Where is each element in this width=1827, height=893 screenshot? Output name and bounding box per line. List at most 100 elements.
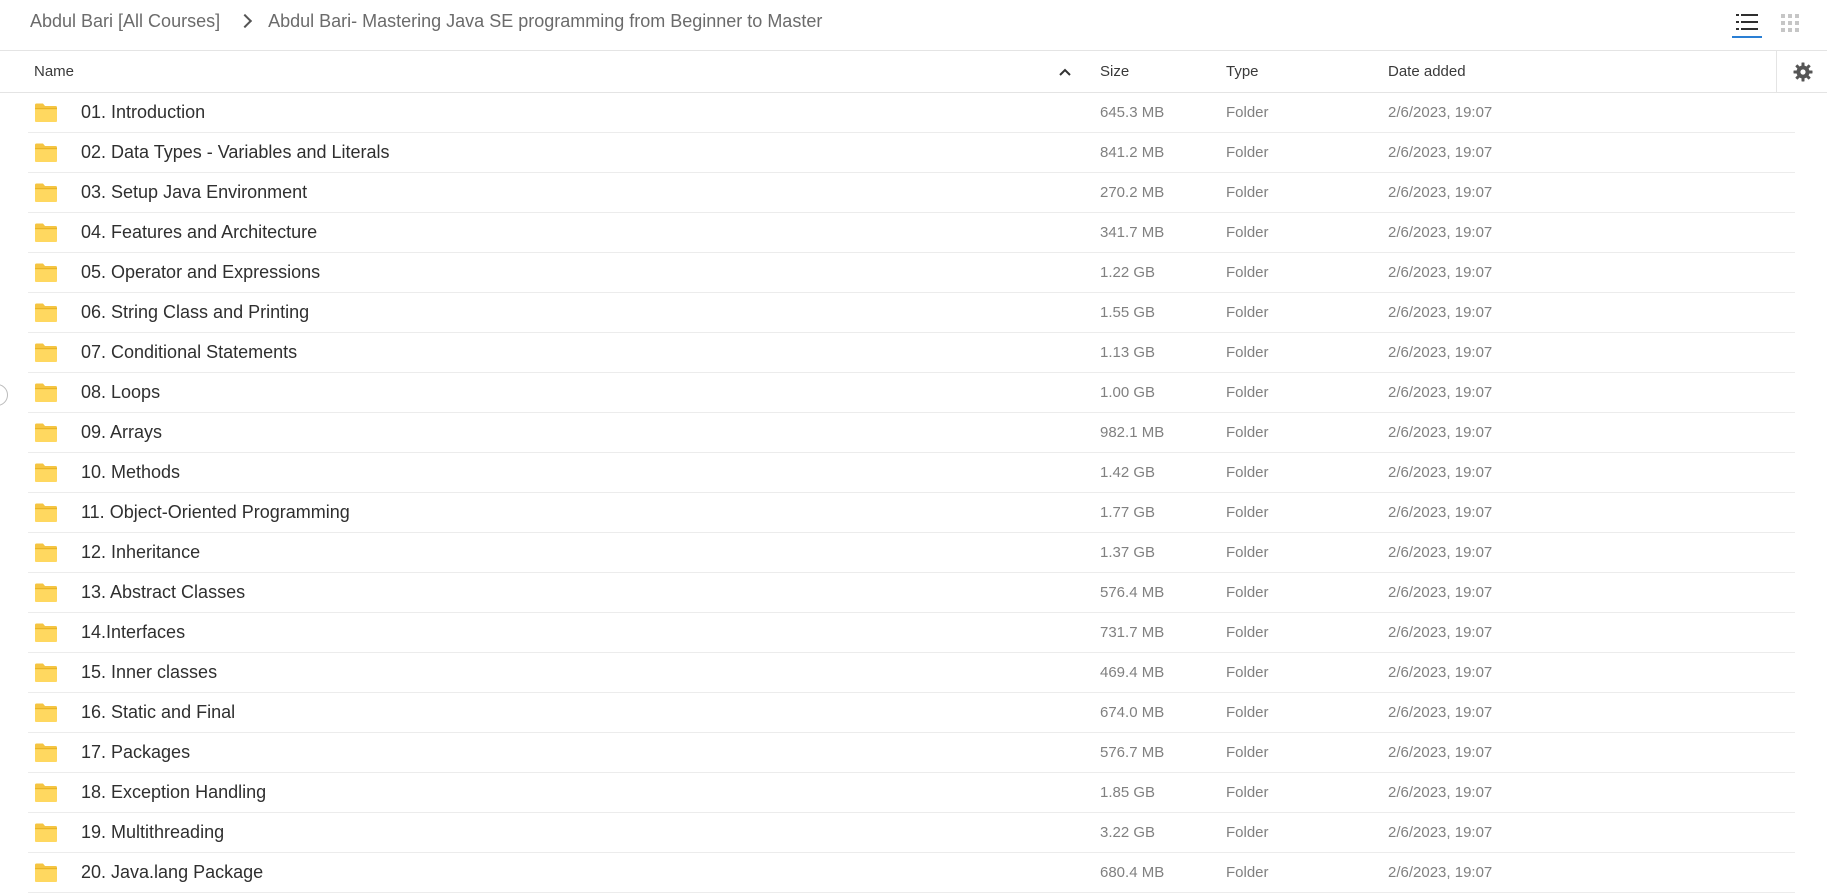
row-type: Folder bbox=[1226, 544, 1269, 561]
row-type: Folder bbox=[1226, 664, 1269, 681]
table-header: Name Size Type Date added bbox=[0, 51, 1827, 93]
row-name[interactable]: 14.Interfaces bbox=[81, 622, 185, 643]
table-row[interactable]: 15. Inner classes 469.4 MB Folder 2/6/2023,… bbox=[0, 653, 1827, 693]
list-view-icon bbox=[1736, 14, 1758, 30]
row-name[interactable]: 05. Operator and Expressions bbox=[81, 262, 320, 283]
row-date-added: 2/6/2023, 19:07 bbox=[1388, 104, 1493, 121]
grid-view-icon bbox=[1781, 14, 1799, 32]
row-type: Folder bbox=[1226, 304, 1269, 321]
table-row[interactable]: 10. Methods 1.42 GB Folder 2/6/2023, 19:07 bbox=[0, 453, 1827, 493]
row-name[interactable]: 15. Inner classes bbox=[81, 662, 217, 683]
row-name[interactable]: 02. Data Types - Variables and Literals bbox=[81, 142, 390, 163]
column-header-name[interactable]: Name bbox=[34, 63, 74, 80]
row-date-added: 2/6/2023, 19:07 bbox=[1388, 304, 1493, 321]
table-row[interactable]: 12. Inheritance 1.37 GB Folder 2/6/2023, 19… bbox=[0, 533, 1827, 573]
row-date-added: 2/6/2023, 19:07 bbox=[1388, 584, 1493, 601]
breadcrumb-parent-link[interactable]: Abdul Bari [All Courses] bbox=[30, 11, 220, 32]
list-view-button[interactable] bbox=[1732, 8, 1762, 38]
top-bar: Abdul Bari [All Courses] Abdul Bari- Mas… bbox=[0, 0, 1827, 51]
row-date-added: 2/6/2023, 19:07 bbox=[1388, 744, 1493, 761]
folder-icon bbox=[34, 182, 58, 203]
grid-view-button[interactable] bbox=[1775, 8, 1805, 38]
row-type: Folder bbox=[1226, 784, 1269, 801]
table-row[interactable]: 09. Arrays 982.1 MB Folder 2/6/2023, 19:07 bbox=[0, 413, 1827, 453]
column-header-size[interactable]: Size bbox=[1100, 63, 1129, 80]
folder-icon bbox=[34, 222, 58, 243]
row-size: 576.4 MB bbox=[1100, 584, 1165, 601]
row-name[interactable]: 12. Inheritance bbox=[81, 542, 200, 563]
row-size: 1.77 GB bbox=[1100, 504, 1156, 521]
file-list: 01. Introduction 645.3 MB Folder 2/6/2023, … bbox=[0, 93, 1827, 893]
row-size: 341.7 MB bbox=[1100, 224, 1165, 241]
row-type: Folder bbox=[1226, 344, 1269, 361]
row-date-added: 2/6/2023, 19:07 bbox=[1388, 224, 1493, 241]
row-name[interactable]: 04. Features and Architecture bbox=[81, 222, 317, 243]
table-row[interactable]: 03. Setup Java Environment 270.2 MB Folder… bbox=[0, 173, 1827, 213]
folder-icon bbox=[34, 582, 58, 603]
row-date-added: 2/6/2023, 19:07 bbox=[1388, 544, 1493, 561]
table-row[interactable]: 05. Operator and Expressions 1.22 GB Folde… bbox=[0, 253, 1827, 293]
row-date-added: 2/6/2023, 19:07 bbox=[1388, 264, 1493, 281]
table-row[interactable]: 07. Conditional Statements 1.13 GB Folder 2… bbox=[0, 333, 1827, 373]
column-header-date-added[interactable]: Date added bbox=[1388, 63, 1466, 80]
folder-icon bbox=[34, 782, 58, 803]
row-name[interactable]: 07. Conditional Statements bbox=[81, 342, 297, 363]
folder-icon bbox=[34, 342, 58, 363]
column-header-type[interactable]: Type bbox=[1226, 63, 1259, 80]
table-row[interactable]: 08. Loops 1.00 GB Folder 2/6/2023, 19:07 bbox=[0, 373, 1827, 413]
row-type: Folder bbox=[1226, 184, 1269, 201]
table-row[interactable]: 19. Multithreading 3.22 GB Folder 2/6/2023,… bbox=[0, 813, 1827, 853]
row-type: Folder bbox=[1226, 144, 1269, 161]
table-row[interactable]: 18. Exception Handling 1.85 GB Folder 2/6/2… bbox=[0, 773, 1827, 813]
row-size: 841.2 MB bbox=[1100, 144, 1165, 161]
row-size: 576.7 MB bbox=[1100, 744, 1165, 761]
row-size: 1.55 GB bbox=[1100, 304, 1156, 321]
row-name[interactable]: 06. String Class and Printing bbox=[81, 302, 309, 323]
sort-ascending-icon[interactable] bbox=[1059, 67, 1071, 77]
table-row[interactable]: 16. Static and Final 674.0 MB Folder 2/6/20… bbox=[0, 693, 1827, 733]
row-type: Folder bbox=[1226, 704, 1269, 721]
row-date-added: 2/6/2023, 19:07 bbox=[1388, 424, 1493, 441]
row-date-added: 2/6/2023, 19:07 bbox=[1388, 664, 1493, 681]
row-size: 469.4 MB bbox=[1100, 664, 1165, 681]
table-row[interactable]: 11. Object-Oriented Programming 1.77 GB Fo… bbox=[0, 493, 1827, 533]
row-name[interactable]: 09. Arrays bbox=[81, 422, 162, 443]
row-name[interactable]: 17. Packages bbox=[81, 742, 190, 763]
table-row[interactable]: 06. String Class and Printing 1.55 GB Fold… bbox=[0, 293, 1827, 333]
row-name[interactable]: 13. Abstract Classes bbox=[81, 582, 245, 603]
row-date-added: 2/6/2023, 19:07 bbox=[1388, 184, 1493, 201]
row-size: 1.85 GB bbox=[1100, 784, 1156, 801]
row-type: Folder bbox=[1226, 264, 1269, 281]
table-row[interactable]: 13. Abstract Classes 576.4 MB Folder 2/6/20… bbox=[0, 573, 1827, 613]
row-name[interactable]: 16. Static and Final bbox=[81, 702, 235, 723]
row-size: 982.1 MB bbox=[1100, 424, 1165, 441]
table-row[interactable]: 20. Java.lang Package 680.4 MB Folder 2/6/2… bbox=[0, 853, 1827, 893]
folder-icon bbox=[34, 462, 58, 483]
folder-icon bbox=[34, 542, 58, 563]
row-size: 1.13 GB bbox=[1100, 344, 1156, 361]
folder-icon bbox=[34, 662, 58, 683]
table-row[interactable]: 17. Packages 576.7 MB Folder 2/6/2023, 19:0… bbox=[0, 733, 1827, 773]
column-settings-button[interactable] bbox=[1776, 51, 1827, 92]
table-row[interactable]: 14.Interfaces 731.7 MB Folder 2/6/2023, 19:… bbox=[0, 613, 1827, 653]
row-name[interactable]: 01. Introduction bbox=[81, 102, 205, 123]
folder-icon bbox=[34, 102, 58, 123]
row-name[interactable]: 10. Methods bbox=[81, 462, 180, 483]
row-name[interactable]: 18. Exception Handling bbox=[81, 782, 266, 803]
row-date-added: 2/6/2023, 19:07 bbox=[1388, 464, 1493, 481]
table-row[interactable]: 04. Features and Architecture 341.7 MB Fol… bbox=[0, 213, 1827, 253]
row-size: 1.00 GB bbox=[1100, 384, 1156, 401]
row-name[interactable]: 20. Java.lang Package bbox=[81, 862, 263, 883]
table-row[interactable]: 02. Data Types - Variables and Literals 8… bbox=[0, 133, 1827, 173]
table-row[interactable]: 01. Introduction 645.3 MB Folder 2/6/2023, … bbox=[0, 93, 1827, 133]
row-name[interactable]: 11. Object-Oriented Programming bbox=[81, 502, 350, 523]
row-date-added: 2/6/2023, 19:07 bbox=[1388, 784, 1493, 801]
row-type: Folder bbox=[1226, 464, 1269, 481]
folder-icon bbox=[34, 422, 58, 443]
row-type: Folder bbox=[1226, 864, 1269, 881]
row-size: 270.2 MB bbox=[1100, 184, 1165, 201]
folder-icon bbox=[34, 502, 58, 523]
row-name[interactable]: 03. Setup Java Environment bbox=[81, 182, 307, 203]
row-name[interactable]: 19. Multithreading bbox=[81, 822, 224, 843]
row-name[interactable]: 08. Loops bbox=[81, 382, 160, 403]
